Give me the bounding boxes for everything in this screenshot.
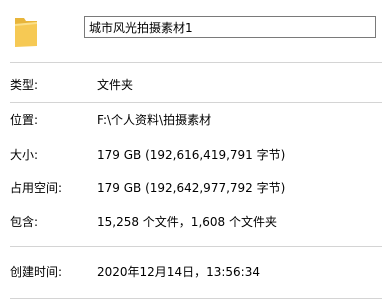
size-value: 179 GB (192,616,419,791 字节) — [97, 148, 286, 162]
type-label: 类型: — [10, 78, 39, 92]
divider-top — [10, 62, 382, 63]
type-value: 文件夹 — [97, 78, 134, 92]
location-value: F:\个人资料\拍摄素材 — [97, 113, 212, 127]
created-label: 创建时间: — [10, 265, 63, 279]
location-label: 位置: — [10, 113, 39, 127]
divider-middle-1 — [10, 102, 382, 103]
contains-value: 15,258 个文件，1,608 个文件夹 — [97, 215, 277, 229]
divider-middle-2 — [10, 246, 382, 247]
contains-label: 包含: — [10, 215, 39, 229]
divider-bottom — [10, 298, 382, 299]
created-value: 2020年12月14日，13:56:34 — [97, 265, 260, 279]
size-on-disk-value: 179 GB (192,642,977,792 字节) — [97, 181, 286, 195]
size-on-disk-label: 占用空间: — [10, 181, 63, 195]
size-label: 大小: — [10, 148, 39, 162]
folder-name-input[interactable] — [84, 16, 376, 38]
folder-icon — [12, 14, 40, 50]
